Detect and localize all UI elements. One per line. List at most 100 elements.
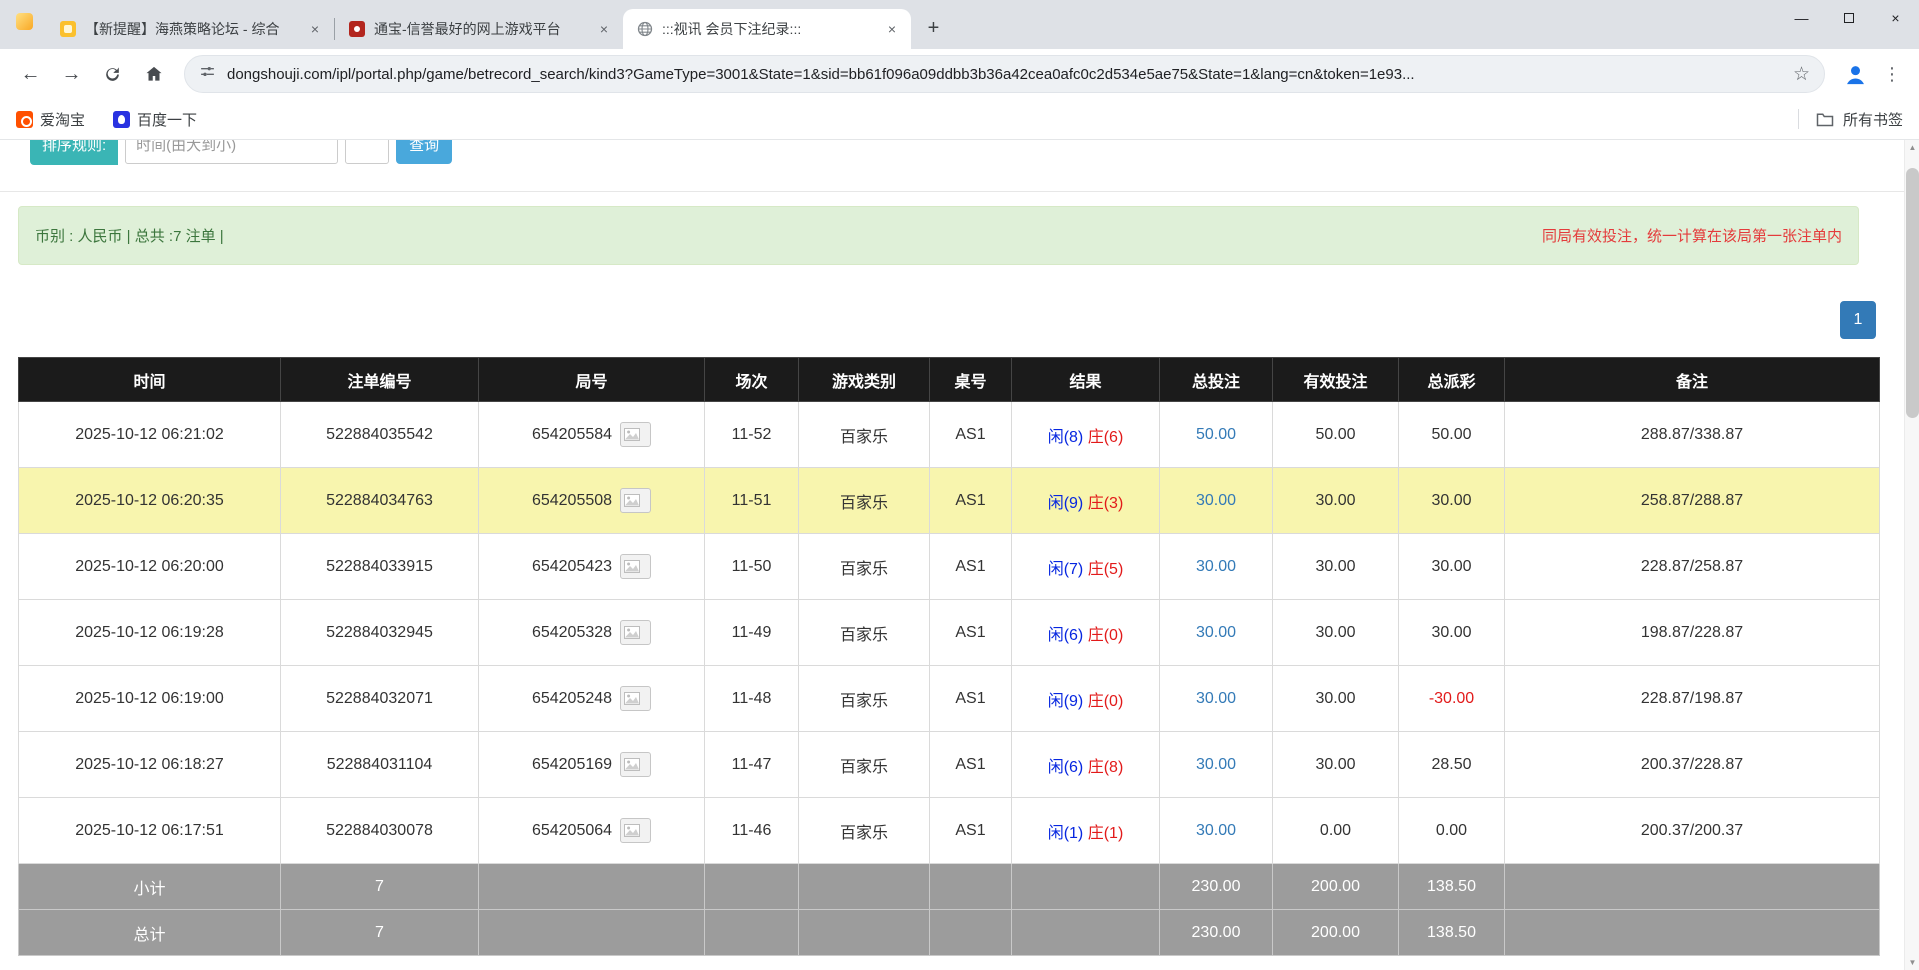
subtotal-total-bet: 230.00 (1160, 864, 1273, 910)
page-scrollbar[interactable]: ▲ ▼ (1904, 140, 1919, 970)
scrollbar-thumb[interactable] (1906, 168, 1919, 418)
result-player: 闲(9) (1048, 495, 1084, 512)
cell-payout: 28.50 (1399, 732, 1505, 798)
bookmark-star-icon[interactable]: ☆ (1793, 63, 1810, 86)
site-settings-icon[interactable] (199, 63, 216, 85)
cell-payout: 30.00 (1399, 534, 1505, 600)
subtotal-empty-cell (705, 864, 799, 910)
cell-payout: 30.00 (1399, 600, 1505, 666)
sort-rule-select[interactable]: 时间(由大到小) (125, 140, 338, 164)
search-button[interactable]: 查询 (396, 140, 452, 164)
cell-time: 2025-10-12 06:19:28 (19, 600, 281, 666)
result-banker: 庄(3) (1088, 495, 1124, 512)
forum-favicon-icon (60, 21, 76, 37)
tab-tongbao[interactable]: 通宝-信誉最好的网上游戏平台 × (335, 9, 623, 49)
cell-total-bet-link[interactable]: 30.00 (1160, 666, 1273, 732)
cell-payout: 30.00 (1399, 468, 1505, 534)
cell-total-bet-link[interactable]: 30.00 (1160, 468, 1273, 534)
cell-game-type: 百家乐 (799, 600, 930, 666)
back-button[interactable]: ← (12, 56, 49, 93)
scroll-up-icon[interactable]: ▲ (1905, 143, 1919, 152)
result-banker: 庄(8) (1088, 759, 1124, 776)
cell-total-bet-link[interactable]: 30.00 (1160, 534, 1273, 600)
minimize-button[interactable]: — (1778, 0, 1825, 35)
home-button[interactable] (135, 56, 172, 93)
table-row: 2025-10-12 06:21:02522884035542654205584… (19, 402, 1880, 468)
subtotal-empty-cell (479, 864, 705, 910)
bookmark-label: 百度一下 (137, 109, 197, 130)
refresh-icon (103, 65, 122, 84)
refresh-button[interactable] (94, 56, 131, 93)
cell-valid-bet: 30.00 (1273, 732, 1399, 798)
tab-forum[interactable]: 【新提醒】海燕策略论坛 - 综合 × (46, 9, 334, 49)
bookmark-baidu[interactable]: 百度一下 (113, 109, 197, 130)
game-image-button[interactable] (620, 752, 651, 777)
result-player: 闲(7) (1048, 561, 1084, 578)
scroll-down-icon[interactable]: ▼ (1905, 958, 1919, 967)
game-image-button[interactable] (620, 554, 651, 579)
header-round: 局号 (479, 358, 705, 402)
baidu-icon (113, 111, 130, 128)
page-1-button[interactable]: 1 (1840, 301, 1876, 339)
maximize-button[interactable] (1825, 0, 1872, 35)
total-payout: 138.50 (1399, 910, 1505, 956)
table-row: 2025-10-12 06:18:27522884031104654205169… (19, 732, 1880, 798)
cell-total-bet-link[interactable]: 50.00 (1160, 402, 1273, 468)
profile-avatar[interactable] (1837, 56, 1873, 92)
cell-game-type: 百家乐 (799, 534, 930, 600)
game-image-button[interactable] (620, 488, 651, 513)
header-total-bet: 总投注 (1160, 358, 1273, 402)
cell-total-bet-link[interactable]: 30.00 (1160, 600, 1273, 666)
subtotal-label: 小计 (19, 864, 281, 910)
game-image-icon (624, 627, 640, 642)
tab-close-icon[interactable]: × (595, 20, 613, 38)
cell-round: 654205584 (479, 402, 705, 468)
cell-total-bet-link[interactable]: 30.00 (1160, 798, 1273, 864)
game-image-button[interactable] (620, 818, 651, 843)
cell-valid-bet: 0.00 (1273, 798, 1399, 864)
new-tab-button[interactable]: + (920, 15, 947, 42)
tongbao-favicon-icon (349, 21, 365, 37)
tab-close-icon[interactable]: × (306, 20, 324, 38)
cell-bet-id: 522884035542 (281, 402, 479, 468)
cell-bet-id: 522884033915 (281, 534, 479, 600)
table-row: 2025-10-12 06:17:51522884030078654205064… (19, 798, 1880, 864)
round-number: 654205508 (532, 492, 612, 509)
header-time: 时间 (19, 358, 281, 402)
game-image-button[interactable] (620, 620, 651, 645)
bet-table-body: 2025-10-12 06:21:02522884035542654205584… (19, 402, 1880, 864)
header-result: 结果 (1012, 358, 1160, 402)
page-size-select[interactable] (345, 140, 389, 164)
url-text[interactable]: dongshouji.com/ipl/portal.php/game/betre… (227, 66, 1782, 83)
bookmarks-divider (1798, 109, 1799, 129)
game-image-button[interactable] (620, 686, 651, 711)
all-bookmarks[interactable]: 所有书签 (1798, 109, 1903, 130)
header-session: 场次 (705, 358, 799, 402)
table-header-row: 时间 注单编号 局号 场次 游戏类别 桌号 结果 总投注 有效投注 总派彩 备注 (19, 358, 1880, 402)
tab-close-icon[interactable]: × (883, 20, 901, 38)
game-image-button[interactable] (620, 422, 651, 447)
tab-bet-records-active[interactable]: :::视讯 会员下注纪录::: × (623, 9, 911, 49)
bookmark-aitaobao[interactable]: 爱淘宝 (16, 109, 85, 130)
total-empty-cell (799, 910, 930, 956)
total-empty-cell (479, 910, 705, 956)
cell-note: 228.87/258.87 (1505, 534, 1880, 600)
header-note: 备注 (1505, 358, 1880, 402)
cell-game-type: 百家乐 (799, 732, 930, 798)
cell-payout: -30.00 (1399, 666, 1505, 732)
folder-icon (1816, 112, 1834, 127)
browser-menu-icon[interactable]: ⋮ (1877, 56, 1907, 92)
result-banker: 庄(0) (1088, 627, 1124, 644)
summary-bar: 币别 : 人民币 | 总共 :7 注单 | 同局有效投注，统一计算在该局第一张注… (18, 206, 1859, 265)
cell-total-bet-link[interactable]: 30.00 (1160, 732, 1273, 798)
cell-table-no: AS1 (930, 600, 1012, 666)
close-window-button[interactable]: × (1872, 0, 1919, 35)
subtotal-empty-cell (1012, 864, 1160, 910)
header-game-type: 游戏类别 (799, 358, 930, 402)
forward-button[interactable]: → (53, 56, 90, 93)
result-banker: 庄(0) (1088, 693, 1124, 710)
cell-round: 654205064 (479, 798, 705, 864)
cell-result: 闲(6) 庄(0) (1012, 600, 1160, 666)
address-bar[interactable]: dongshouji.com/ipl/portal.php/game/betre… (184, 55, 1825, 93)
result-player: 闲(6) (1048, 759, 1084, 776)
